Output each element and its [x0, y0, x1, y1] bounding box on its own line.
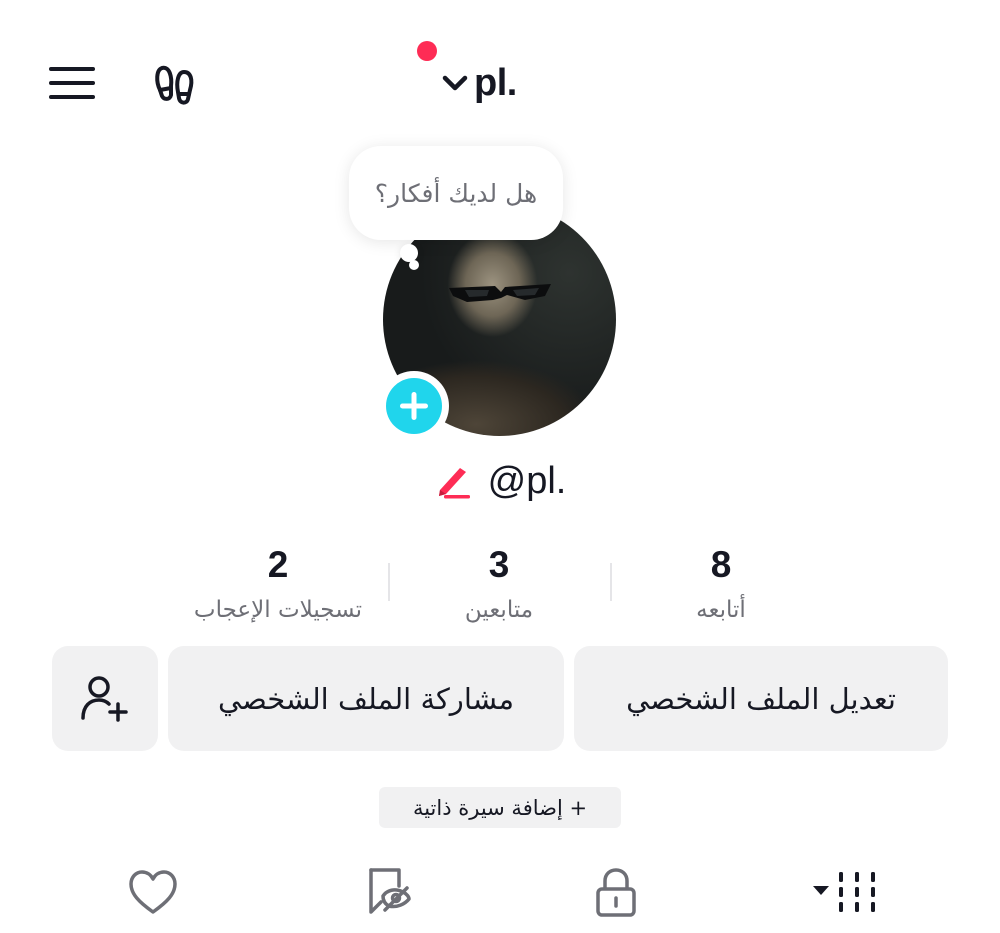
share-profile-button[interactable]: مشاركة الملف الشخصي	[168, 646, 564, 751]
edit-profile-button[interactable]: تعديل الملف الشخصي	[574, 646, 948, 751]
following-count: 8	[710, 544, 732, 585]
followers-label: متابعين	[464, 597, 534, 623]
heart-icon	[129, 870, 177, 914]
add-avatar-button[interactable]	[379, 371, 449, 441]
avatar-photo-detail	[449, 284, 551, 302]
stat-likes[interactable]: 2 تسجيلات الإعجاب	[168, 540, 388, 630]
username: @pl.	[487, 460, 567, 502]
tab-videos[interactable]	[800, 862, 890, 922]
chevron-down-icon	[440, 68, 470, 98]
thought-bubble[interactable]: هل لديك أفكار؟	[349, 146, 563, 240]
notification-dot	[417, 41, 437, 61]
username-row: @pl.	[0, 460, 1000, 503]
thought-bubble-text: هل لديك أفكار؟	[374, 178, 538, 208]
plus-icon	[400, 392, 428, 420]
tab-favorites[interactable]	[357, 862, 417, 922]
favorites-icon	[369, 868, 411, 914]
likes-label: تسجيلات الإعجاب	[193, 597, 363, 623]
stat-following[interactable]: 8 أتابعه	[611, 540, 831, 630]
thought-bubble-tail-small	[409, 260, 419, 270]
share-profile-label: مشاركة الملف الشخصي	[217, 681, 515, 716]
add-bio-button[interactable]: + إضافة سيرة ذاتية	[379, 787, 621, 828]
menu-icon[interactable]	[48, 64, 98, 104]
tab-liked[interactable]	[123, 862, 183, 922]
stat-followers[interactable]: 3 متابعين	[389, 540, 609, 630]
edit-profile-label: تعديل الملف الشخصي	[626, 681, 896, 716]
footprint-icon[interactable]	[152, 60, 204, 108]
tab-private[interactable]	[586, 862, 646, 922]
account-name: pl.	[474, 61, 517, 104]
followers-count: 3	[488, 544, 510, 585]
likes-count: 2	[267, 544, 289, 585]
add-user-icon	[81, 675, 128, 722]
following-label: أتابعه	[696, 597, 746, 623]
edit-pen-icon[interactable]	[434, 462, 474, 502]
add-friend-button[interactable]	[52, 646, 158, 751]
videos-grid-icon	[813, 872, 875, 912]
account-switcher[interactable]: pl.	[440, 58, 517, 108]
lock-icon	[596, 868, 636, 917]
add-bio-label: + إضافة سيرة ذاتية	[412, 795, 588, 820]
